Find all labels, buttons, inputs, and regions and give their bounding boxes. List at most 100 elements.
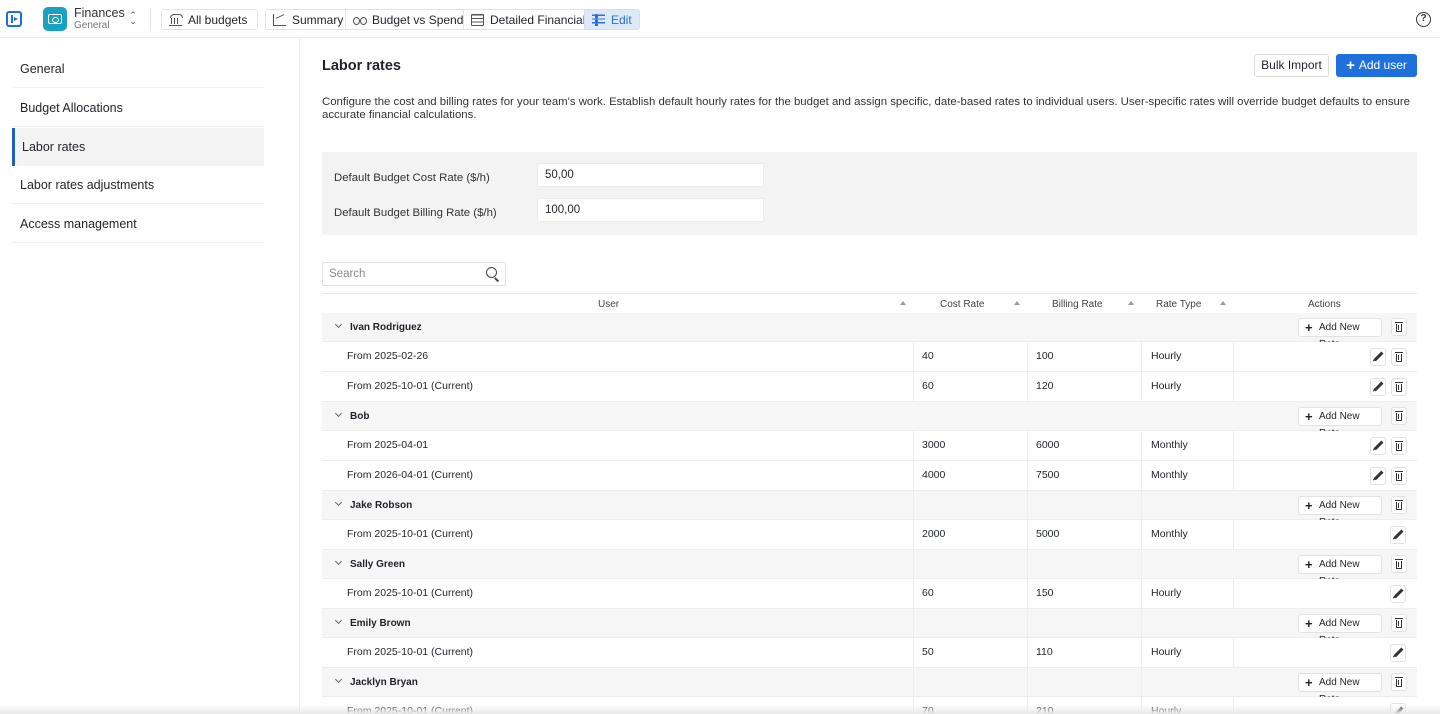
rate-type-value: Hourly (1151, 380, 1182, 392)
app-switcher-chevron-icon[interactable]: ⌃ ⌄ (128, 11, 138, 26)
user-group-row: Emily Brown Add New Rate (322, 609, 1417, 646)
delete-rate-button[interactable] (1391, 467, 1407, 485)
tab-detailed-financial[interactable]: Detailed Financial (463, 9, 594, 30)
billing-rate-value: 7500 (1036, 469, 1060, 481)
edit-rate-button[interactable] (1370, 467, 1386, 485)
trash-icon (1395, 617, 1403, 628)
sidebar-toggle-icon[interactable] (6, 11, 22, 27)
add-user-button[interactable]: + Add user (1336, 54, 1417, 77)
finances-app-icon (43, 7, 67, 31)
column-divider (1027, 550, 1028, 578)
rate-row: From 2025-10-01 (Current) 2000 5000 Monthly (322, 520, 1417, 550)
add-new-rate-button[interactable]: Add New Rate (1298, 614, 1382, 646)
column-divider (1141, 461, 1142, 490)
chevron-down-icon[interactable] (334, 320, 343, 329)
user-name: Sally Green (350, 559, 406, 570)
edit-rate-button[interactable] (1390, 644, 1406, 662)
tab-summary[interactable]: Summary (265, 9, 351, 30)
user-name: Jacklyn Bryan (350, 677, 418, 688)
cost-rate-value: 4000 (922, 469, 946, 481)
add-new-rate-button[interactable]: Add New Rate (1298, 407, 1382, 439)
bulk-import-button[interactable]: Bulk Import (1254, 54, 1329, 77)
sort-rate-type-icon[interactable] (1220, 301, 1226, 305)
table-icon (471, 13, 484, 26)
help-icon[interactable]: ? (1416, 12, 1431, 27)
rate-type-value: Monthly (1151, 439, 1188, 451)
cost-rate-value: 40 (922, 350, 934, 362)
chevron-down-icon[interactable] (334, 675, 343, 684)
column-divider (1233, 461, 1234, 490)
column-divider (913, 461, 914, 490)
chart-icon (273, 13, 286, 26)
delete-rate-button[interactable] (1391, 348, 1407, 366)
delete-rate-button[interactable] (1391, 437, 1407, 455)
trash-icon (1395, 381, 1403, 392)
table-header: User Cost Rate Billing Rate Rate Type Ac… (322, 293, 1417, 313)
column-divider (913, 431, 914, 460)
sidebar-item-budget-allocations[interactable]: Budget Allocations (12, 89, 264, 127)
edit-rate-button[interactable] (1370, 378, 1386, 396)
header-rate-type[interactable]: Rate Type (1156, 299, 1201, 310)
sidebar-item-labor-rates[interactable]: Labor rates (12, 128, 264, 166)
edit-rate-button[interactable] (1370, 437, 1386, 455)
add-new-rate-button[interactable]: Add New Rate (1298, 318, 1382, 350)
rate-row: From 2025-02-26 40 100 Hourly (322, 342, 1417, 372)
chevron-down-icon[interactable] (334, 616, 343, 625)
column-divider (1141, 609, 1142, 637)
column-divider (913, 550, 914, 578)
column-divider (1141, 342, 1142, 371)
add-new-rate-button[interactable]: Add New Rate (1298, 673, 1382, 705)
bank-icon (169, 13, 183, 26)
sidebar-item-labor-rates-adjustments[interactable]: Labor rates adjustments (12, 166, 264, 204)
delete-user-button[interactable] (1391, 318, 1407, 336)
sidebar-item-access-management[interactable]: Access management (12, 205, 264, 243)
column-divider (1141, 491, 1142, 519)
header-user[interactable]: User (598, 299, 619, 310)
delete-user-button[interactable] (1391, 673, 1407, 691)
user-name: Ivan Rodriguez (350, 322, 422, 333)
header-billing-rate[interactable]: Billing Rate (1052, 299, 1103, 310)
column-divider (1141, 372, 1142, 401)
edit-rate-button[interactable] (1390, 526, 1406, 544)
pencil-icon (1373, 381, 1384, 392)
column-divider (1027, 579, 1028, 608)
billing-rate-value: 5000 (1036, 528, 1060, 540)
sort-cost-rate-icon[interactable] (1014, 301, 1020, 305)
app-name: Finances (74, 6, 125, 20)
column-divider (913, 491, 914, 519)
column-divider (913, 609, 914, 637)
delete-rate-button[interactable] (1391, 378, 1407, 396)
sort-billing-rate-icon[interactable] (1128, 301, 1134, 305)
header-cost-rate[interactable]: Cost Rate (940, 299, 984, 310)
chevron-down-icon[interactable] (334, 409, 343, 418)
tab-edit[interactable]: Edit (584, 9, 640, 30)
rate-type-value: Hourly (1151, 587, 1182, 599)
delete-user-button[interactable] (1391, 555, 1407, 573)
tab-budget-vs-spend[interactable]: Budget vs Spend (345, 9, 471, 30)
sort-user-icon[interactable] (900, 301, 906, 305)
chevron-down-icon[interactable] (334, 557, 343, 566)
default-cost-rate-input[interactable]: 50,00 (537, 163, 764, 187)
add-new-rate-button[interactable]: Add New Rate (1298, 496, 1382, 528)
column-divider (1233, 372, 1234, 401)
sidebar-item-general[interactable]: General (12, 50, 264, 88)
default-billing-rate-input[interactable]: 100,00 (537, 198, 764, 222)
cost-rate-value: 50 (922, 646, 934, 658)
delete-user-button[interactable] (1391, 407, 1407, 425)
search-input[interactable]: Search (322, 262, 506, 286)
search-icon[interactable] (486, 267, 497, 278)
all-budgets-button[interactable]: All budgets (161, 9, 259, 30)
column-divider (1233, 638, 1234, 667)
delete-user-button[interactable] (1391, 496, 1407, 514)
edit-rate-button[interactable] (1390, 585, 1406, 603)
cost-rate-value: 2000 (922, 528, 946, 540)
chevron-down-icon[interactable] (334, 498, 343, 507)
edit-rate-button[interactable] (1370, 348, 1386, 366)
add-new-rate-button[interactable]: Add New Rate (1298, 555, 1382, 587)
delete-user-button[interactable] (1391, 614, 1407, 632)
add-user-label: Add user (1358, 58, 1407, 72)
trash-icon (1395, 558, 1403, 569)
column-divider (1027, 609, 1028, 637)
column-divider (1141, 520, 1142, 549)
main-content: Labor rates Bulk Import + Add user Config… (300, 38, 1440, 714)
